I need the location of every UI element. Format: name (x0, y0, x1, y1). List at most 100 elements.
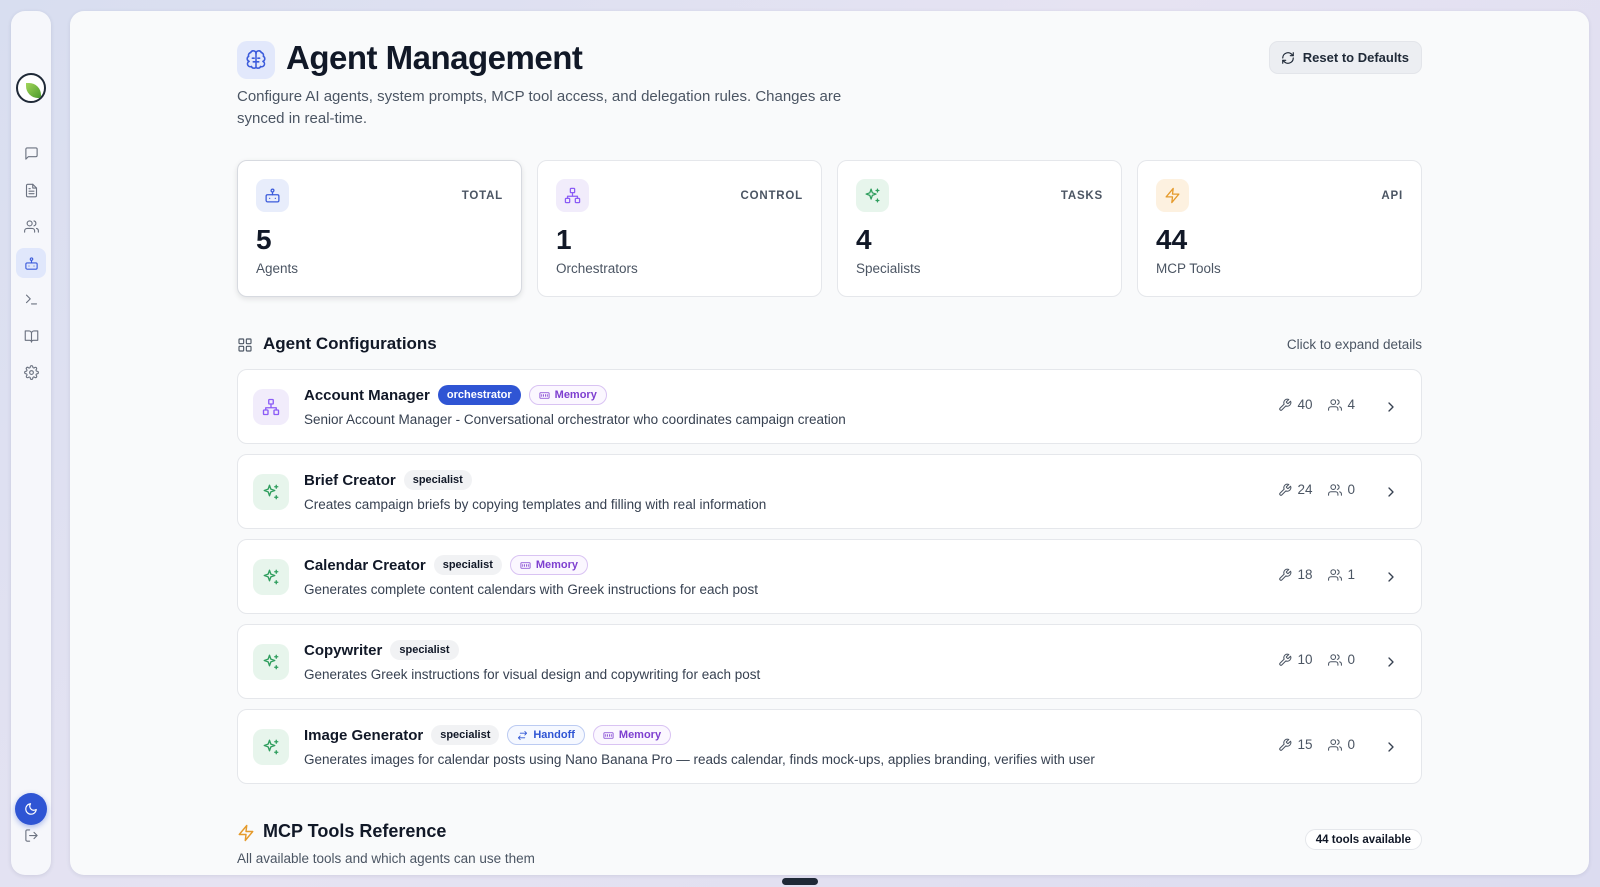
sidebar-item-settings[interactable] (16, 357, 46, 387)
moon-icon (25, 803, 37, 815)
badge-label: Handoff (533, 729, 575, 741)
zap-icon (237, 824, 255, 842)
agent-row-brief-creator[interactable]: Brief Creator specialist Creates campaig… (237, 454, 1422, 529)
sparkles-icon (253, 729, 289, 765)
reset-button-label: Reset to Defaults (1302, 50, 1409, 65)
memory-badge: Memory (528, 385, 607, 405)
sidebar (11, 11, 51, 875)
reset-to-defaults-button[interactable]: Reset to Defaults (1268, 41, 1422, 74)
delegates-count-value: 4 (1347, 397, 1355, 412)
sidebar-item-agents[interactable] (16, 248, 46, 278)
bot-icon (24, 256, 38, 270)
tools-count-value: 15 (1297, 737, 1313, 752)
memory-icon (603, 731, 614, 739)
users-icon (1328, 653, 1343, 666)
stat-label: Orchestrators (556, 261, 638, 276)
log-out-icon (24, 828, 38, 842)
wrench-icon (1279, 568, 1292, 581)
agent-name: Copywriter (304, 641, 383, 659)
refresh-icon (1281, 51, 1294, 64)
delegates-count-value: 0 (1347, 737, 1355, 752)
delegates-count: 0 (1328, 482, 1355, 497)
stat-label: MCP Tools (1156, 261, 1221, 276)
stat-tag: API (1381, 190, 1403, 202)
app-logo[interactable] (16, 73, 46, 103)
stat-card-orchestrators[interactable]: CONTROL 1 Orchestrators (537, 160, 822, 297)
memory-icon (520, 561, 531, 569)
agent-row-copywriter[interactable]: Copywriter specialist Generates Greek in… (237, 624, 1422, 699)
sparkles-icon (856, 179, 889, 212)
delegates-count-value: 0 (1347, 482, 1355, 497)
badge-label: Memory (535, 559, 579, 571)
agent-row-calendar-creator[interactable]: Calendar Creator specialist Memory Gener… (237, 539, 1422, 614)
users-icon (1328, 568, 1343, 581)
network-icon (556, 179, 589, 212)
layout-grid-icon (237, 337, 253, 353)
sparkles-icon (253, 474, 289, 510)
stat-card-specialists[interactable]: TASKS 4 Specialists (837, 160, 1122, 297)
memory-icon (539, 391, 550, 399)
wrench-icon (1279, 398, 1292, 411)
tools-count: 10 (1278, 652, 1312, 667)
zap-icon (1156, 179, 1189, 212)
sidebar-item-chat[interactable] (16, 138, 46, 168)
chevron-right-icon[interactable] (1383, 569, 1399, 585)
page-title: Agent Management (286, 39, 583, 76)
sidebar-item-documents[interactable] (16, 175, 46, 205)
message-square-icon (24, 146, 38, 160)
memory-badge: Memory (509, 555, 589, 575)
terminal-icon (25, 294, 37, 304)
tools-count-value: 18 (1297, 567, 1313, 582)
agent-description: Generates complete content calendars wit… (304, 582, 758, 597)
tools-count: 15 (1278, 737, 1312, 752)
stat-label: Specialists (856, 261, 921, 276)
stat-value: 4 (856, 224, 872, 255)
chevron-right-icon[interactable] (1383, 654, 1399, 670)
agent-meta: 10 0 (1278, 652, 1355, 667)
users-icon (23, 219, 39, 233)
stat-tag: CONTROL (740, 190, 803, 202)
network-icon (253, 389, 289, 425)
delegates-count: 4 (1328, 397, 1355, 412)
wrench-icon (1279, 738, 1292, 751)
mcp-section-description: All available tools and which agents can… (237, 851, 535, 866)
agent-meta: 24 0 (1278, 482, 1355, 497)
brain-icon (237, 41, 275, 79)
delegates-count-value: 1 (1347, 567, 1355, 582)
tools-count-badge: 44 tools available (1304, 829, 1422, 850)
logout-button[interactable] (16, 820, 46, 850)
sidebar-item-docs[interactable] (16, 321, 46, 351)
tools-count-value: 24 (1297, 482, 1313, 497)
role-badge: specialist (433, 555, 502, 575)
stat-card-agents[interactable]: TOTAL 5 Agents (237, 160, 522, 297)
sidebar-item-terminal[interactable] (16, 284, 46, 314)
wrench-icon (1279, 653, 1292, 666)
chevron-right-icon[interactable] (1383, 484, 1399, 500)
agent-meta: 40 4 (1278, 397, 1355, 412)
chevron-right-icon[interactable] (1383, 739, 1399, 755)
agent-row-image-generator[interactable]: Image Generator specialist Handoff Memor… (237, 709, 1422, 784)
agent-row-account-manager[interactable]: Account Manager orchestrator Memory Seni… (237, 369, 1422, 444)
agent-meta: 15 0 (1278, 737, 1355, 752)
sparkles-icon (253, 559, 289, 595)
delegates-count: 0 (1328, 737, 1355, 752)
agent-description: Generates Greek instructions for visual … (304, 667, 761, 682)
users-icon (1328, 738, 1343, 751)
handoff-badge: Handoff (507, 725, 585, 745)
delegates-count-value: 0 (1347, 652, 1355, 667)
tools-count: 40 (1278, 397, 1312, 412)
sidebar-item-users[interactable] (16, 211, 46, 241)
stat-label: Agents (256, 261, 299, 276)
chevron-right-icon[interactable] (1383, 399, 1399, 415)
memory-badge: Memory (592, 725, 672, 745)
agent-name: Brief Creator (304, 471, 396, 489)
agent-name: Calendar Creator (304, 556, 426, 574)
agent-meta: 18 1 (1278, 567, 1355, 582)
sparkles-icon (253, 644, 289, 680)
bot-icon (256, 179, 289, 212)
stat-card-mcp-tools[interactable]: API 44 MCP Tools (1137, 160, 1422, 297)
file-text-icon (25, 183, 37, 197)
stat-value: 5 (256, 224, 272, 255)
role-badge: specialist (431, 725, 500, 745)
page-description: Configure AI agents, system prompts, MCP… (237, 88, 842, 127)
